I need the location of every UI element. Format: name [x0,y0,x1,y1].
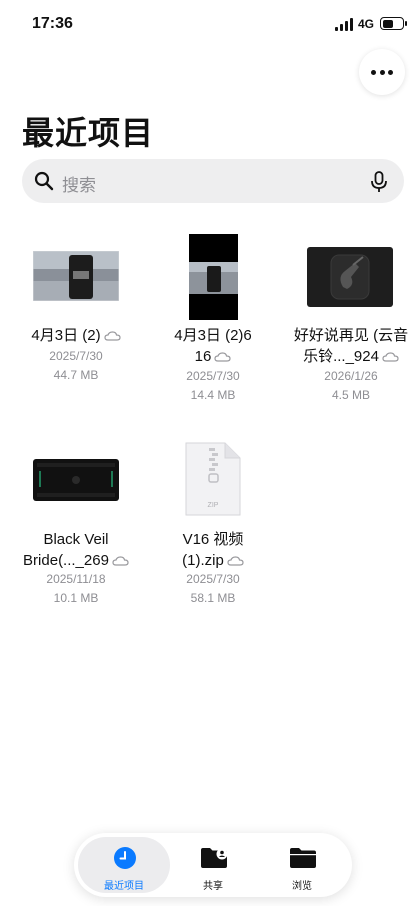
status-bar: 17:36 4G [0,0,420,50]
search-bar[interactable]: 搜索 [22,159,404,203]
tab-label: 共享 [203,881,223,892]
file-name: 好好说再见 (云音 乐铃..._924 [293,327,409,365]
file-name: Black Veil Bride(..._269 [11,529,141,571]
cloud-download-icon[interactable] [103,331,121,341]
cloud-download-icon[interactable] [382,352,399,362]
file-date: 2025/7/30 [186,572,240,586]
clock-icon [114,847,136,869]
zip-label: ZIP [207,502,219,509]
shared-folder-icon [201,848,228,868]
file-date: 2025/7/30 [186,369,240,383]
folder-icon [290,848,316,868]
signal-icon [335,18,355,31]
file-size: 44.7 MB [53,368,99,382]
tab-shared[interactable]: 共享 [167,837,259,893]
image-thumbnail [33,459,119,501]
file-item[interactable]: 好好说再见 (云音 乐铃..._924 2026/1/26 4.5 MB [286,230,416,410]
battery-icon [380,17,407,30]
file-size: 58.1 MB [190,591,236,605]
zip-file-icon: ZIP [185,442,241,516]
cloud-download-icon[interactable] [227,556,244,566]
more-options-button[interactable] [359,49,405,95]
page-title: 最近项目 [22,115,155,151]
tab-label: 最近项目 [104,881,144,892]
file-name: V16 视频 (1).zip [182,531,244,569]
video-thumbnail [189,234,238,320]
file-size: 14.4 MB [190,388,236,402]
cloud-download-icon[interactable] [214,352,231,362]
search-icon [34,171,54,191]
file-name: 4月3日 (2)6 16 [174,327,252,365]
file-date: 2026/1/26 [324,369,378,383]
tab-label: 浏览 [292,881,312,892]
file-name: 4月3日 (2) [11,325,141,346]
file-item[interactable]: ZIP V16 视频 (1).zip 2025/7/30 58.1 MB [148,440,278,610]
tab-recents[interactable]: 最近项目 [78,837,170,893]
network-type: 4G [358,17,375,31]
file-item[interactable]: 4月3日 (2)6 16 2025/7/30 14.4 MB [148,230,278,410]
microphone-icon[interactable] [370,171,388,193]
file-date: 2025/11/18 [46,572,106,586]
file-item[interactable]: Black Veil Bride(..._269 2025/11/18 10.1 … [11,440,141,610]
file-item[interactable]: 4月3日 (2) 2025/7/30 44.7 MB [11,230,141,390]
cloud-download-icon[interactable] [112,556,129,566]
file-size: 4.5 MB [331,388,370,402]
video-thumbnail [33,251,119,301]
status-time: 17:36 [32,15,73,32]
search-input[interactable]: 搜索 [62,171,96,196]
file-size: 10.1 MB [53,591,99,605]
tab-bar: 最近项目 共享 浏览 [74,833,352,897]
file-date: 2025/7/30 [49,349,103,363]
tab-browse[interactable]: 浏览 [256,837,348,893]
garageband-thumbnail [307,247,393,307]
